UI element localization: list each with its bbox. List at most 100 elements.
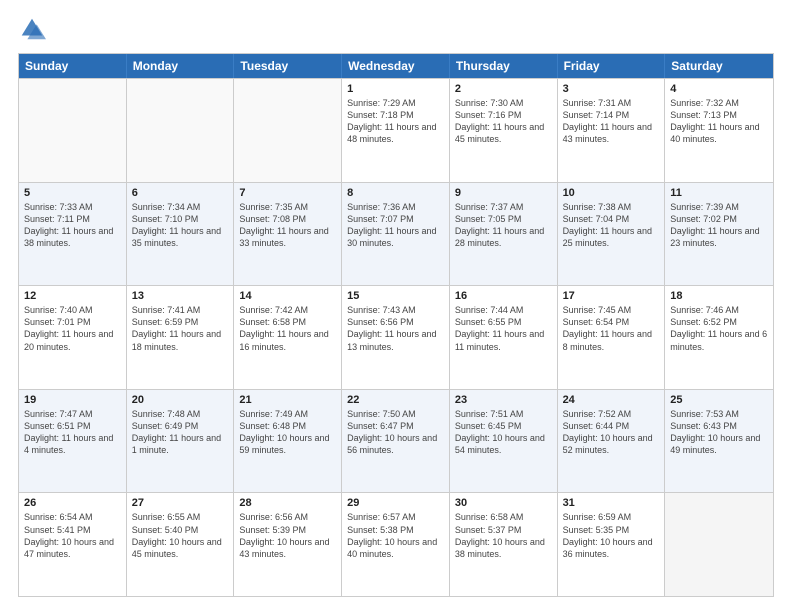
day-cell-1: 1 Sunrise: 7:29 AM Sunset: 7:18 PM Daylig… (342, 79, 450, 182)
day-info: Sunrise: 7:39 AM Sunset: 7:02 PM Dayligh… (670, 201, 768, 250)
day-info: Sunrise: 7:36 AM Sunset: 7:07 PM Dayligh… (347, 201, 444, 250)
day-info: Sunrise: 7:48 AM Sunset: 6:49 PM Dayligh… (132, 408, 229, 457)
day-info: Sunrise: 7:46 AM Sunset: 6:52 PM Dayligh… (670, 304, 768, 353)
day-cell-14: 14 Sunrise: 7:42 AM Sunset: 6:58 PM Dayli… (234, 286, 342, 389)
day-number: 9 (455, 187, 552, 199)
day-number: 3 (563, 83, 660, 95)
week-row-5: 26 Sunrise: 6:54 AM Sunset: 5:41 PM Dayli… (19, 492, 773, 596)
header-day-saturday: Saturday (665, 54, 773, 78)
calendar-header: SundayMondayTuesdayWednesdayThursdayFrid… (19, 54, 773, 78)
day-cell-5: 5 Sunrise: 7:33 AM Sunset: 7:11 PM Daylig… (19, 183, 127, 286)
day-cell-11: 11 Sunrise: 7:39 AM Sunset: 7:02 PM Dayli… (665, 183, 773, 286)
day-info: Sunrise: 7:47 AM Sunset: 6:51 PM Dayligh… (24, 408, 121, 457)
day-cell-19: 19 Sunrise: 7:47 AM Sunset: 6:51 PM Dayli… (19, 390, 127, 493)
day-info: Sunrise: 7:51 AM Sunset: 6:45 PM Dayligh… (455, 408, 552, 457)
day-number: 17 (563, 290, 660, 302)
day-cell-8: 8 Sunrise: 7:36 AM Sunset: 7:07 PM Daylig… (342, 183, 450, 286)
day-cell-13: 13 Sunrise: 7:41 AM Sunset: 6:59 PM Dayli… (127, 286, 235, 389)
header-day-monday: Monday (127, 54, 235, 78)
day-number: 12 (24, 290, 121, 302)
day-cell-12: 12 Sunrise: 7:40 AM Sunset: 7:01 PM Dayli… (19, 286, 127, 389)
day-number: 14 (239, 290, 336, 302)
week-row-2: 5 Sunrise: 7:33 AM Sunset: 7:11 PM Daylig… (19, 182, 773, 286)
day-cell-26: 26 Sunrise: 6:54 AM Sunset: 5:41 PM Dayli… (19, 493, 127, 596)
day-number: 23 (455, 394, 552, 406)
day-number: 4 (670, 83, 768, 95)
day-cell-4: 4 Sunrise: 7:32 AM Sunset: 7:13 PM Daylig… (665, 79, 773, 182)
day-cell-3: 3 Sunrise: 7:31 AM Sunset: 7:14 PM Daylig… (558, 79, 666, 182)
day-number: 15 (347, 290, 444, 302)
day-info: Sunrise: 7:35 AM Sunset: 7:08 PM Dayligh… (239, 201, 336, 250)
day-info: Sunrise: 6:57 AM Sunset: 5:38 PM Dayligh… (347, 511, 444, 560)
day-number: 27 (132, 497, 229, 509)
day-number: 25 (670, 394, 768, 406)
day-number: 5 (24, 187, 121, 199)
calendar: SundayMondayTuesdayWednesdayThursdayFrid… (18, 53, 774, 597)
day-number: 30 (455, 497, 552, 509)
day-number: 22 (347, 394, 444, 406)
day-info: Sunrise: 6:54 AM Sunset: 5:41 PM Dayligh… (24, 511, 121, 560)
day-cell-28: 28Sunrise: 6:56 AM Sunset: 5:39 PM Dayli… (234, 493, 342, 596)
day-info: Sunrise: 7:50 AM Sunset: 6:47 PM Dayligh… (347, 408, 444, 457)
day-number: 16 (455, 290, 552, 302)
day-info: Sunrise: 7:43 AM Sunset: 6:56 PM Dayligh… (347, 304, 444, 353)
day-info: Sunrise: 7:41 AM Sunset: 6:59 PM Dayligh… (132, 304, 229, 353)
day-info: Sunrise: 7:49 AM Sunset: 6:48 PM Dayligh… (239, 408, 336, 457)
empty-cell (234, 79, 342, 182)
logo (18, 15, 50, 43)
day-number: 2 (455, 83, 552, 95)
header-day-tuesday: Tuesday (234, 54, 342, 78)
day-info: Sunrise: 7:45 AM Sunset: 6:54 PM Dayligh… (563, 304, 660, 353)
day-number: 10 (563, 187, 660, 199)
header-day-wednesday: Wednesday (342, 54, 450, 78)
day-cell-2: 2 Sunrise: 7:30 AM Sunset: 7:16 PM Daylig… (450, 79, 558, 182)
day-info: Sunrise: 7:44 AM Sunset: 6:55 PM Dayligh… (455, 304, 552, 353)
day-info: Sunrise: 7:30 AM Sunset: 7:16 PM Dayligh… (455, 97, 552, 146)
day-number: 28 (239, 497, 336, 509)
day-cell-10: 10 Sunrise: 7:38 AM Sunset: 7:04 PM Dayli… (558, 183, 666, 286)
logo-icon (18, 15, 46, 43)
day-cell-27: 27 Sunrise: 6:55 AM Sunset: 5:40 PM Dayli… (127, 493, 235, 596)
day-number: 13 (132, 290, 229, 302)
header-day-thursday: Thursday (450, 54, 558, 78)
day-info: Sunrise: 7:40 AM Sunset: 7:01 PM Dayligh… (24, 304, 121, 353)
day-cell-20: 20Sunrise: 7:48 AM Sunset: 6:49 PM Dayli… (127, 390, 235, 493)
empty-cell (19, 79, 127, 182)
day-number: 7 (239, 187, 336, 199)
day-info: Sunrise: 7:52 AM Sunset: 6:44 PM Dayligh… (563, 408, 660, 457)
day-info: Sunrise: 7:34 AM Sunset: 7:10 PM Dayligh… (132, 201, 229, 250)
day-number: 21 (239, 394, 336, 406)
day-number: 11 (670, 187, 768, 199)
day-info: Sunrise: 7:33 AM Sunset: 7:11 PM Dayligh… (24, 201, 121, 250)
day-info: Sunrise: 7:32 AM Sunset: 7:13 PM Dayligh… (670, 97, 768, 146)
empty-cell (665, 493, 773, 596)
day-cell-23: 23 Sunrise: 7:51 AM Sunset: 6:45 PM Dayli… (450, 390, 558, 493)
day-number: 8 (347, 187, 444, 199)
day-cell-25: 25Sunrise: 7:53 AM Sunset: 6:43 PM Dayli… (665, 390, 773, 493)
day-number: 24 (563, 394, 660, 406)
header-day-sunday: Sunday (19, 54, 127, 78)
day-info: Sunrise: 7:31 AM Sunset: 7:14 PM Dayligh… (563, 97, 660, 146)
day-cell-30: 30Sunrise: 6:58 AM Sunset: 5:37 PM Dayli… (450, 493, 558, 596)
day-cell-16: 16 Sunrise: 7:44 AM Sunset: 6:55 PM Dayli… (450, 286, 558, 389)
day-info: Sunrise: 7:37 AM Sunset: 7:05 PM Dayligh… (455, 201, 552, 250)
day-number: 26 (24, 497, 121, 509)
calendar-body: 1 Sunrise: 7:29 AM Sunset: 7:18 PM Daylig… (19, 78, 773, 596)
day-cell-6: 6 Sunrise: 7:34 AM Sunset: 7:10 PM Daylig… (127, 183, 235, 286)
day-info: Sunrise: 6:59 AM Sunset: 5:35 PM Dayligh… (563, 511, 660, 560)
day-number: 6 (132, 187, 229, 199)
day-cell-9: 9 Sunrise: 7:37 AM Sunset: 7:05 PM Daylig… (450, 183, 558, 286)
day-info: Sunrise: 7:38 AM Sunset: 7:04 PM Dayligh… (563, 201, 660, 250)
day-info: Sunrise: 6:55 AM Sunset: 5:40 PM Dayligh… (132, 511, 229, 560)
day-cell-15: 15 Sunrise: 7:43 AM Sunset: 6:56 PM Dayli… (342, 286, 450, 389)
day-cell-21: 21 Sunrise: 7:49 AM Sunset: 6:48 PM Dayli… (234, 390, 342, 493)
day-number: 1 (347, 83, 444, 95)
week-row-3: 12 Sunrise: 7:40 AM Sunset: 7:01 PM Dayli… (19, 285, 773, 389)
page: SundayMondayTuesdayWednesdayThursdayFrid… (0, 0, 792, 612)
header (18, 15, 774, 43)
day-info: Sunrise: 7:42 AM Sunset: 6:58 PM Dayligh… (239, 304, 336, 353)
day-info: Sunrise: 7:29 AM Sunset: 7:18 PM Dayligh… (347, 97, 444, 146)
day-cell-7: 7 Sunrise: 7:35 AM Sunset: 7:08 PM Daylig… (234, 183, 342, 286)
day-number: 19 (24, 394, 121, 406)
day-cell-29: 29Sunrise: 6:57 AM Sunset: 5:38 PM Dayli… (342, 493, 450, 596)
